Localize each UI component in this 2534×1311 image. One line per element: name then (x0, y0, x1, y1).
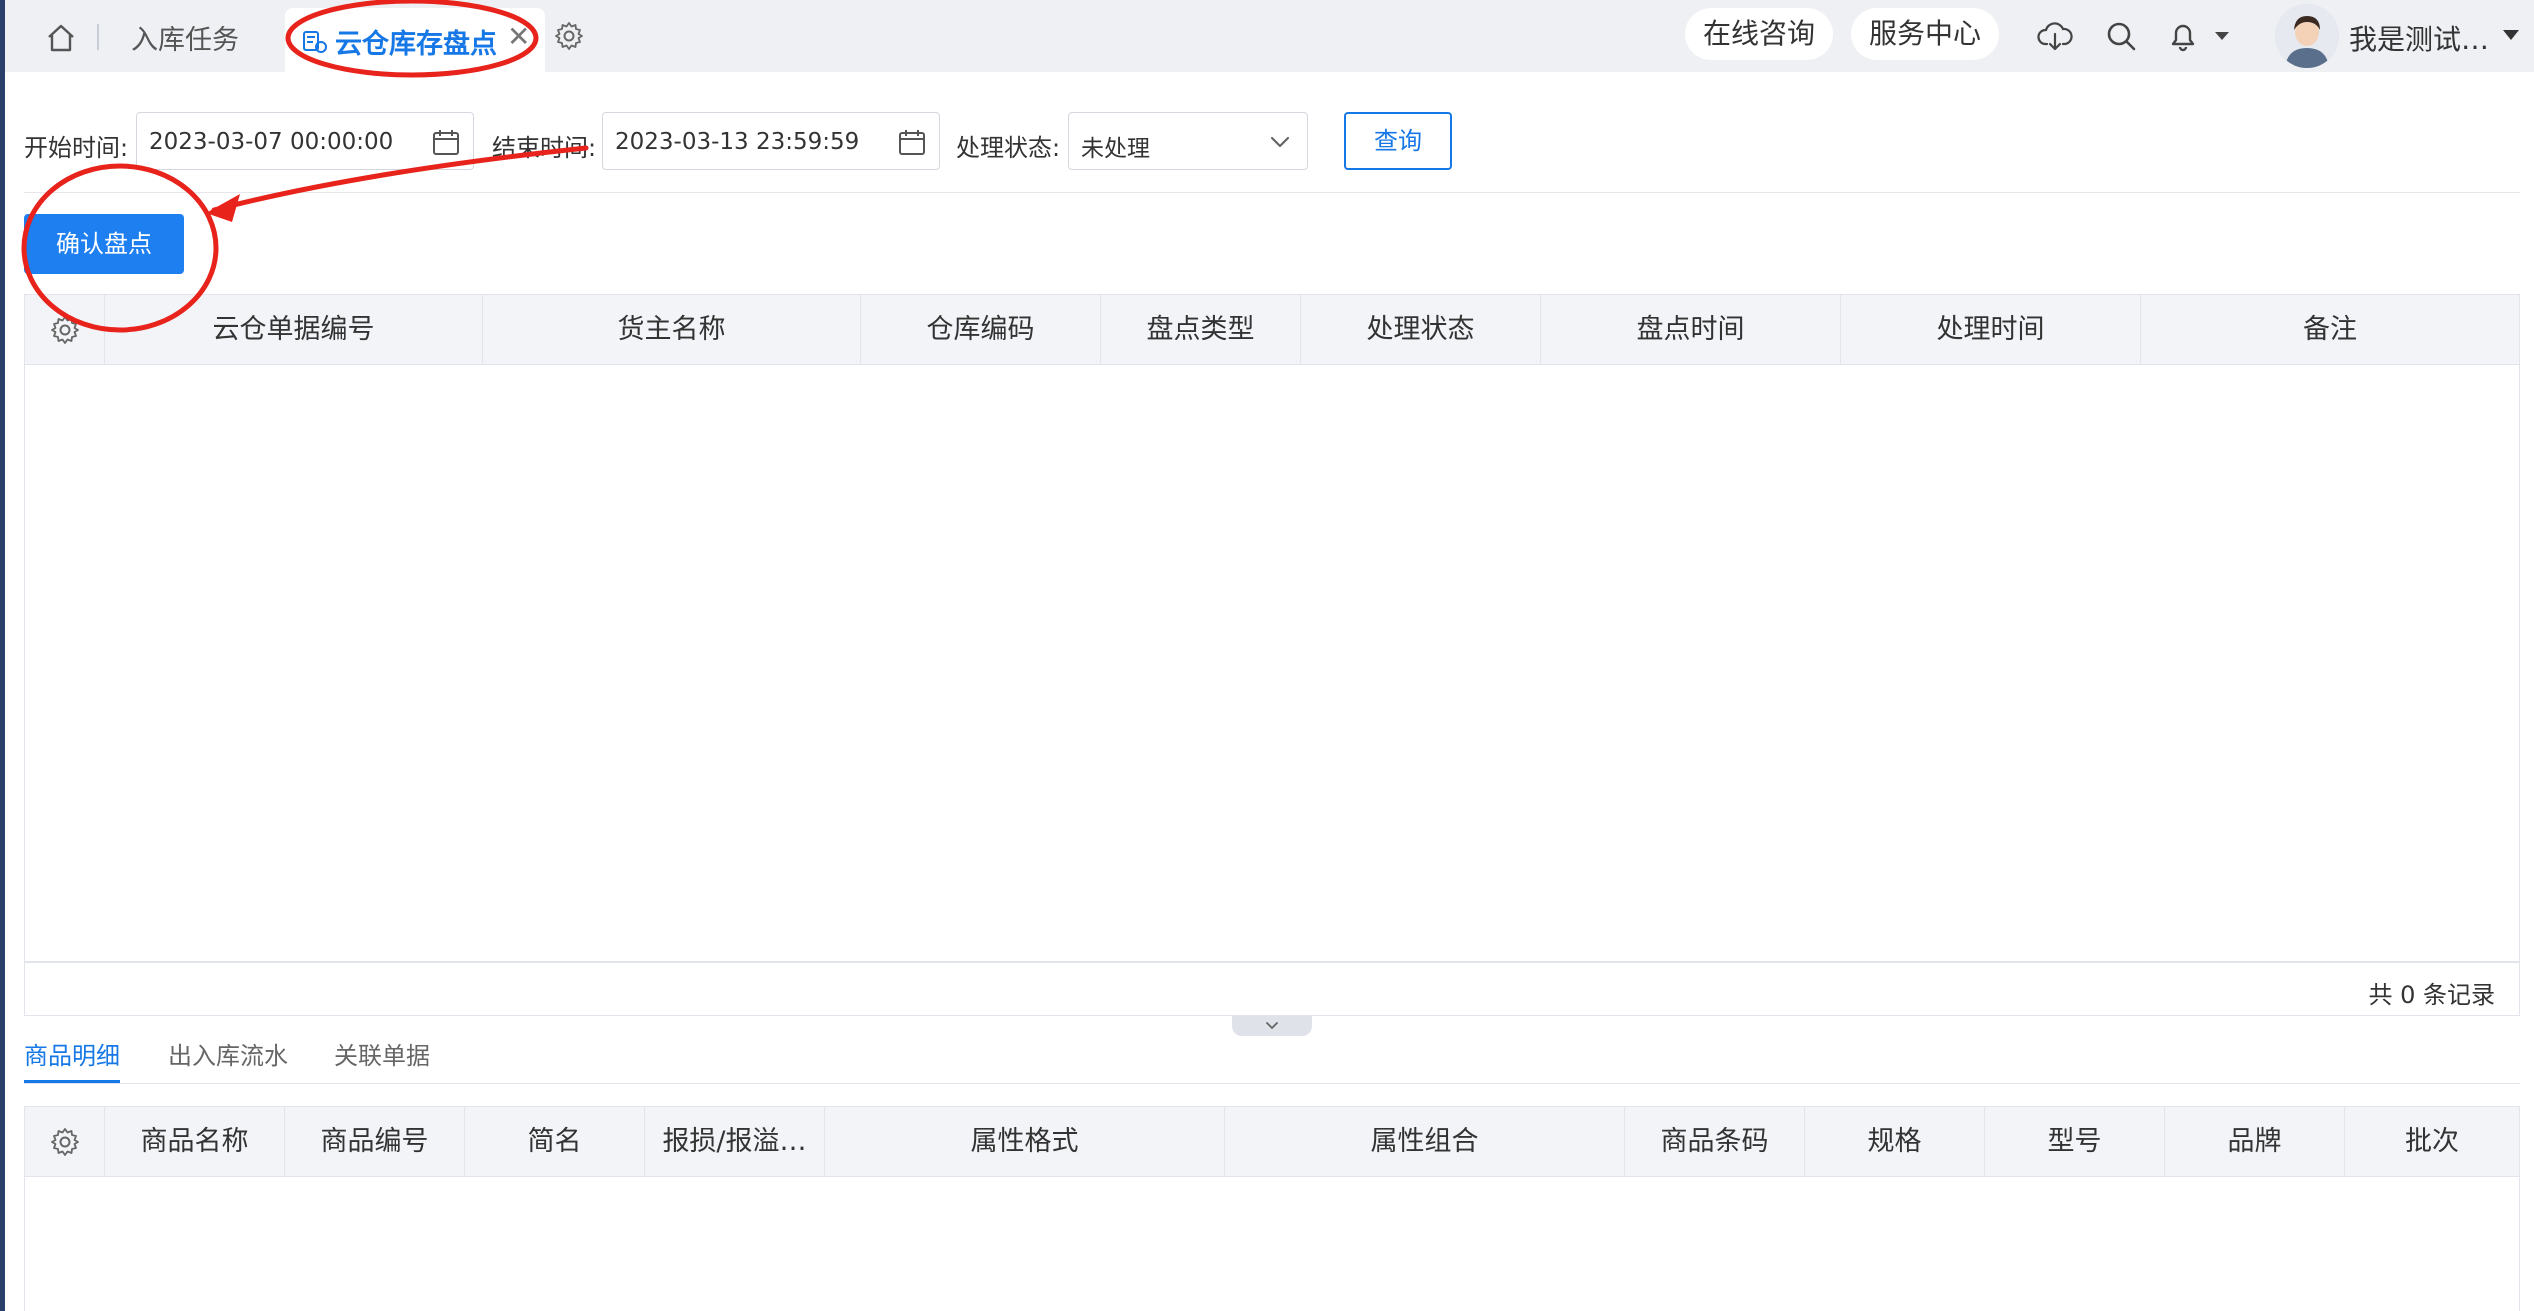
column-header[interactable]: 批次 (2345, 1107, 2519, 1177)
column-header[interactable]: 云仓单据编号 (105, 295, 483, 365)
column-header[interactable]: 处理时间 (1841, 295, 2141, 365)
tab-cloud-inventory-count[interactable]: 云仓库存盘点 ✕ (285, 8, 545, 72)
start-time-input[interactable]: 2023-03-07 00:00:00 (136, 112, 474, 170)
tab-divider (24, 1083, 2520, 1084)
column-settings[interactable] (25, 295, 105, 365)
column-header[interactable]: 规格 (1805, 1107, 1985, 1177)
home-icon[interactable] (45, 22, 77, 54)
tab-label: 云仓库存盘点 (335, 29, 497, 60)
column-header[interactable]: 处理状态 (1301, 295, 1541, 365)
calendar-icon[interactable] (431, 127, 461, 157)
product-detail-table: 商品名称 商品编号 简名 报损/报溢… 属性格式 属性组合 商品条码 规格 型号… (24, 1106, 2520, 1311)
cloud-download-icon[interactable] (2037, 18, 2073, 54)
calendar-icon[interactable] (897, 127, 927, 157)
end-time-label: 结束时间: (492, 134, 597, 162)
avatar[interactable] (2275, 4, 2339, 68)
bell-icon[interactable] (2165, 18, 2201, 54)
column-header[interactable]: 属性格式 (825, 1107, 1225, 1177)
status-value: 未处理 (1081, 136, 1150, 162)
tab-separator (97, 24, 99, 50)
left-edge (0, 0, 5, 1311)
status-label: 处理状态: (956, 134, 1061, 162)
query-button[interactable]: 查询 (1344, 112, 1452, 170)
column-header[interactable]: 备注 (2141, 295, 2519, 365)
column-header[interactable]: 商品名称 (105, 1107, 285, 1177)
column-header[interactable]: 商品条码 (1625, 1107, 1805, 1177)
column-settings[interactable] (25, 1107, 105, 1177)
close-icon[interactable]: ✕ (507, 20, 530, 53)
tab-icon (303, 31, 327, 53)
status-select[interactable]: 未处理 (1068, 112, 1308, 170)
search-icon[interactable] (2103, 18, 2139, 54)
confirm-inventory-button[interactable]: 确认盘点 (24, 214, 184, 274)
column-header[interactable]: 报损/报溢… (645, 1107, 825, 1177)
end-time-input[interactable]: 2023-03-13 23:59:59 (602, 112, 940, 170)
column-header[interactable]: 品牌 (2165, 1107, 2345, 1177)
online-consult-button[interactable]: 在线咨询 (1685, 8, 1834, 60)
column-header[interactable]: 商品编号 (285, 1107, 465, 1177)
service-center-button[interactable]: 服务中心 (1851, 8, 2000, 60)
filter-divider (24, 192, 2520, 193)
column-header[interactable]: 型号 (1985, 1107, 2165, 1177)
gear-icon[interactable] (553, 20, 585, 52)
end-time-value: 2023-03-13 23:59:59 (615, 129, 860, 155)
annotation-arrowhead (206, 194, 240, 222)
gear-icon[interactable] (49, 1126, 81, 1158)
start-time-value: 2023-03-07 00:00:00 (149, 129, 394, 155)
top-bar: 入库任务 云仓库存盘点 ✕ 在线咨询 服务中心 我是测试… (5, 0, 2534, 72)
tab-related-documents[interactable]: 关联单据 (334, 1036, 430, 1071)
column-header[interactable]: 属性组合 (1225, 1107, 1625, 1177)
inventory-table: 云仓单据编号 货主名称 仓库编码 盘点类型 处理状态 盘点时间 处理时间 备注 (24, 294, 2520, 962)
column-header[interactable]: 盘点类型 (1101, 295, 1301, 365)
record-count: 共 0 条记录 (2368, 981, 2495, 1009)
chevron-down-icon (1266, 1022, 1278, 1029)
product-detail-table-header: 商品名称 商品编号 简名 报损/报溢… 属性格式 属性组合 商品条码 规格 型号… (25, 1107, 2519, 1177)
column-header[interactable]: 货主名称 (483, 295, 861, 365)
bell-caret-icon[interactable] (2211, 18, 2233, 54)
table-footer: 共 0 条记录 (24, 962, 2520, 1016)
username[interactable]: 我是测试… (2349, 18, 2489, 58)
tab-inout-flow[interactable]: 出入库流水 (168, 1036, 288, 1071)
inventory-table-header: 云仓单据编号 货主名称 仓库编码 盘点类型 处理状态 盘点时间 处理时间 备注 (25, 295, 2519, 365)
column-header[interactable]: 仓库编码 (861, 295, 1101, 365)
column-header[interactable]: 盘点时间 (1541, 295, 1841, 365)
tab-inbound-task[interactable]: 入库任务 (131, 18, 239, 57)
gear-icon[interactable] (49, 314, 81, 346)
collapse-handle[interactable] (1232, 1016, 1312, 1036)
user-menu-caret-icon[interactable] (2503, 30, 2519, 40)
tab-product-detail[interactable]: 商品明细 (24, 1036, 120, 1071)
start-time-label: 开始时间: (24, 134, 129, 162)
chevron-down-icon (1270, 136, 1290, 148)
column-header[interactable]: 简名 (465, 1107, 645, 1177)
